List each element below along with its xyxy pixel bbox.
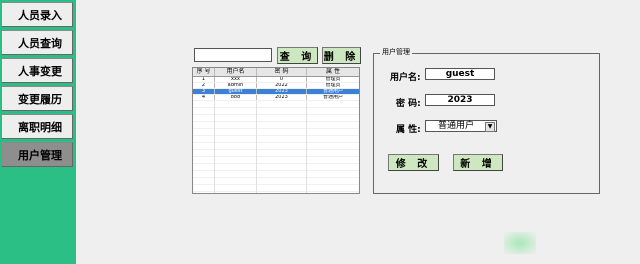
delete-button-label: 删 除	[323, 52, 360, 63]
nav-item-user-management[interactable]: 用户管理	[1, 142, 73, 167]
role-label: 属 性:	[396, 125, 421, 135]
modify-button-label: 修 改	[395, 159, 432, 170]
table-cell: 0	[257, 77, 307, 82]
add-button-label: 新 增	[460, 159, 496, 170]
column-header[interactable]: 属 性	[307, 68, 359, 76]
role-select-value: 普通用户	[437, 121, 474, 131]
column-header[interactable]: 用户名	[215, 68, 257, 76]
table-cell: 4	[193, 95, 215, 100]
table-cell: admin	[215, 83, 257, 88]
username-field[interactable]: guest	[425, 68, 495, 80]
table-cell: 2022	[257, 83, 307, 88]
table-cell: 2023	[257, 89, 307, 94]
modify-button[interactable]: 修 改	[388, 154, 439, 171]
nav-item-label: 人员查询	[18, 36, 62, 50]
table-cell: 1	[193, 77, 215, 82]
chevron-down-icon[interactable]: ▼	[485, 122, 495, 132]
table-cell: 普通用户	[322, 89, 343, 94]
nav-item-label: 人事变更	[18, 64, 62, 78]
nav-item-hr-change[interactable]: 人事变更	[1, 58, 73, 83]
table-empty-area	[193, 101, 359, 193]
watermark-logo	[504, 232, 536, 254]
table-cell: 普通用户	[322, 95, 343, 100]
table-cell: 管理员	[325, 83, 341, 88]
user-table[interactable]: 序 号 用户名 密 码 属 性 1 xxx 0 管理员 2 admin 2022…	[192, 67, 360, 194]
sidebar: 人员录入 人员查询 人事变更 变更履历 离职明细 用户管理	[0, 0, 76, 264]
table-cell: xxx	[215, 77, 257, 82]
nav-item-label: 离职明细	[18, 120, 62, 134]
column-header[interactable]: 序 号	[193, 68, 215, 76]
nav-item-label: 变更履历	[18, 92, 62, 106]
search-input[interactable]	[194, 48, 272, 62]
table-cell: 888	[215, 95, 257, 100]
nav-item-staff-query[interactable]: 人员查询	[1, 30, 73, 55]
table-cell: 2023	[257, 95, 307, 100]
main-panel: 查 询 删 除 序 号 用户名 密 码 属 性 1 xxx 0 管理员 2 ad…	[76, 0, 640, 264]
nav-item-resignation[interactable]: 离职明细	[1, 114, 73, 139]
nav-item-change-history[interactable]: 变更履历	[1, 86, 73, 111]
table-cell: 2	[193, 83, 215, 88]
add-button[interactable]: 新 增	[453, 154, 503, 171]
username-label: 用户名:	[390, 73, 421, 83]
password-label: 密 码:	[396, 99, 421, 109]
query-button[interactable]: 查 询	[277, 47, 318, 64]
role-select[interactable]: 普通用户 ▼	[425, 120, 497, 132]
table-cell: guest	[215, 89, 257, 94]
query-button-label: 查 询	[279, 52, 316, 63]
group-title: 用户管理	[380, 47, 412, 57]
nav-item-staff-entry[interactable]: 人员录入	[1, 2, 73, 27]
nav-item-label: 人员录入	[18, 8, 62, 22]
table-header: 序 号 用户名 密 码 属 性	[193, 68, 359, 77]
table-cell: 管理员	[325, 77, 341, 82]
password-field[interactable]: 2023	[425, 94, 495, 106]
table-cell: 3	[193, 89, 215, 94]
column-header[interactable]: 密 码	[257, 68, 307, 76]
nav-item-label: 用户管理	[18, 148, 62, 162]
delete-button[interactable]: 删 除	[322, 47, 361, 64]
